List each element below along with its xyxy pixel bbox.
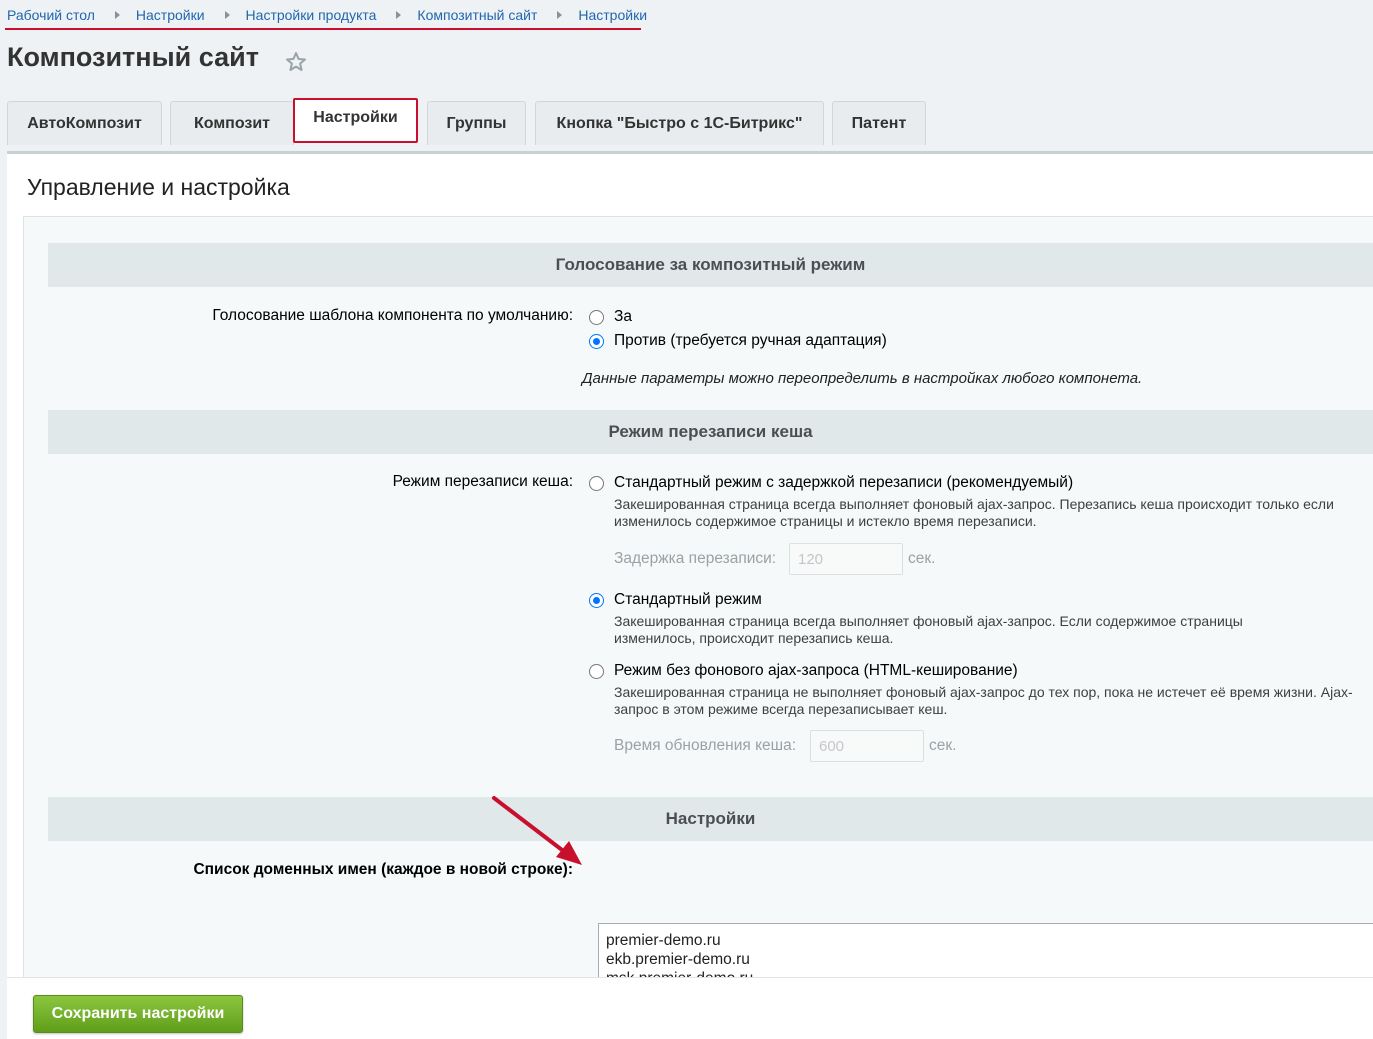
- section-header-settings: Настройки: [48, 797, 1373, 841]
- annotation-arrow-icon: [492, 796, 582, 865]
- delay-input[interactable]: [789, 543, 903, 575]
- radio-vote-against[interactable]: [589, 334, 604, 349]
- radio-cache-delayed[interactable]: [589, 476, 604, 491]
- save-settings-button[interactable]: Сохранить настройки: [33, 995, 243, 1033]
- chevron-right-icon: [396, 11, 402, 19]
- breadcrumb-item-composite-site[interactable]: Композитный сайт: [417, 7, 537, 23]
- settings-panel: Управление и настройка Голосование за ко…: [7, 151, 1373, 1031]
- chevron-right-icon: [224, 11, 230, 19]
- radio-cache-standard[interactable]: [589, 593, 604, 608]
- tab-groups[interactable]: Группы: [427, 101, 526, 145]
- tab-patent[interactable]: Патент: [832, 101, 926, 145]
- chevron-right-icon: [114, 11, 120, 19]
- section-header-voting: Голосование за композитный режим: [48, 243, 1373, 287]
- refresh-unit: сек.: [929, 737, 957, 754]
- tab-composite[interactable]: Композит: [170, 101, 294, 145]
- tab-settings[interactable]: Настройки: [293, 98, 418, 143]
- delay-label: Задержка перезаписи:: [614, 550, 777, 567]
- refresh-input[interactable]: [810, 730, 924, 762]
- breadcrumb-item-current[interactable]: Настройки: [578, 7, 647, 23]
- radio-cache-html[interactable]: [589, 664, 604, 679]
- cache-delayed-description: Закешированная страница всегда выполняет…: [614, 496, 1334, 529]
- radio-cache-delayed-label[interactable]: Стандартный режим с задержкой перезаписи…: [614, 474, 1073, 492]
- voting-label: Голосование шаблона компонента по умолча…: [212, 307, 573, 324]
- radio-vote-against-label[interactable]: Против (требуется ручная адаптация): [614, 332, 887, 350]
- section-header-cache: Режим перезаписи кеша: [48, 410, 1373, 454]
- radio-vote-for[interactable]: [589, 310, 604, 325]
- cache-standard-description: Закешированная страница всегда выполняет…: [614, 613, 1243, 646]
- radio-cache-html-label[interactable]: Режим без фонового ajax-запроса (HTML-ке…: [614, 662, 1018, 680]
- radio-vote-for-label[interactable]: За: [614, 308, 632, 326]
- breadcrumb: Рабочий стол Настройки Настройки продукт…: [7, 7, 647, 27]
- star-icon[interactable]: [284, 50, 308, 74]
- panel-heading: Управление и настройка: [27, 174, 290, 200]
- breadcrumb-item-settings[interactable]: Настройки: [136, 7, 205, 23]
- page-title: Композитный сайт: [7, 42, 259, 72]
- radio-cache-standard-label[interactable]: Стандартный режим: [614, 591, 762, 609]
- cache-mode-label: Режим перезаписи кеша:: [392, 473, 573, 490]
- breadcrumb-item-product-settings[interactable]: Настройки продукта: [246, 7, 377, 23]
- refresh-label: Время обновления кеша:: [614, 737, 797, 754]
- settings-form: Голосование за композитный режим Голосов…: [23, 216, 1373, 1031]
- tab-bitrix-button[interactable]: Кнопка "Быстро с 1С-Битрикс": [535, 101, 824, 145]
- breadcrumb-highlight-underline: [5, 28, 641, 30]
- voting-note: Данные параметры можно переопределить в …: [582, 370, 1143, 387]
- delay-unit: сек.: [908, 550, 936, 567]
- tab-autocomposite[interactable]: АвтоКомпозит: [7, 101, 162, 145]
- cache-html-description: Закешированная страница не выполняет фон…: [614, 684, 1353, 717]
- breadcrumb-item-desktop[interactable]: Рабочий стол: [7, 7, 95, 23]
- chevron-right-icon: [557, 11, 563, 19]
